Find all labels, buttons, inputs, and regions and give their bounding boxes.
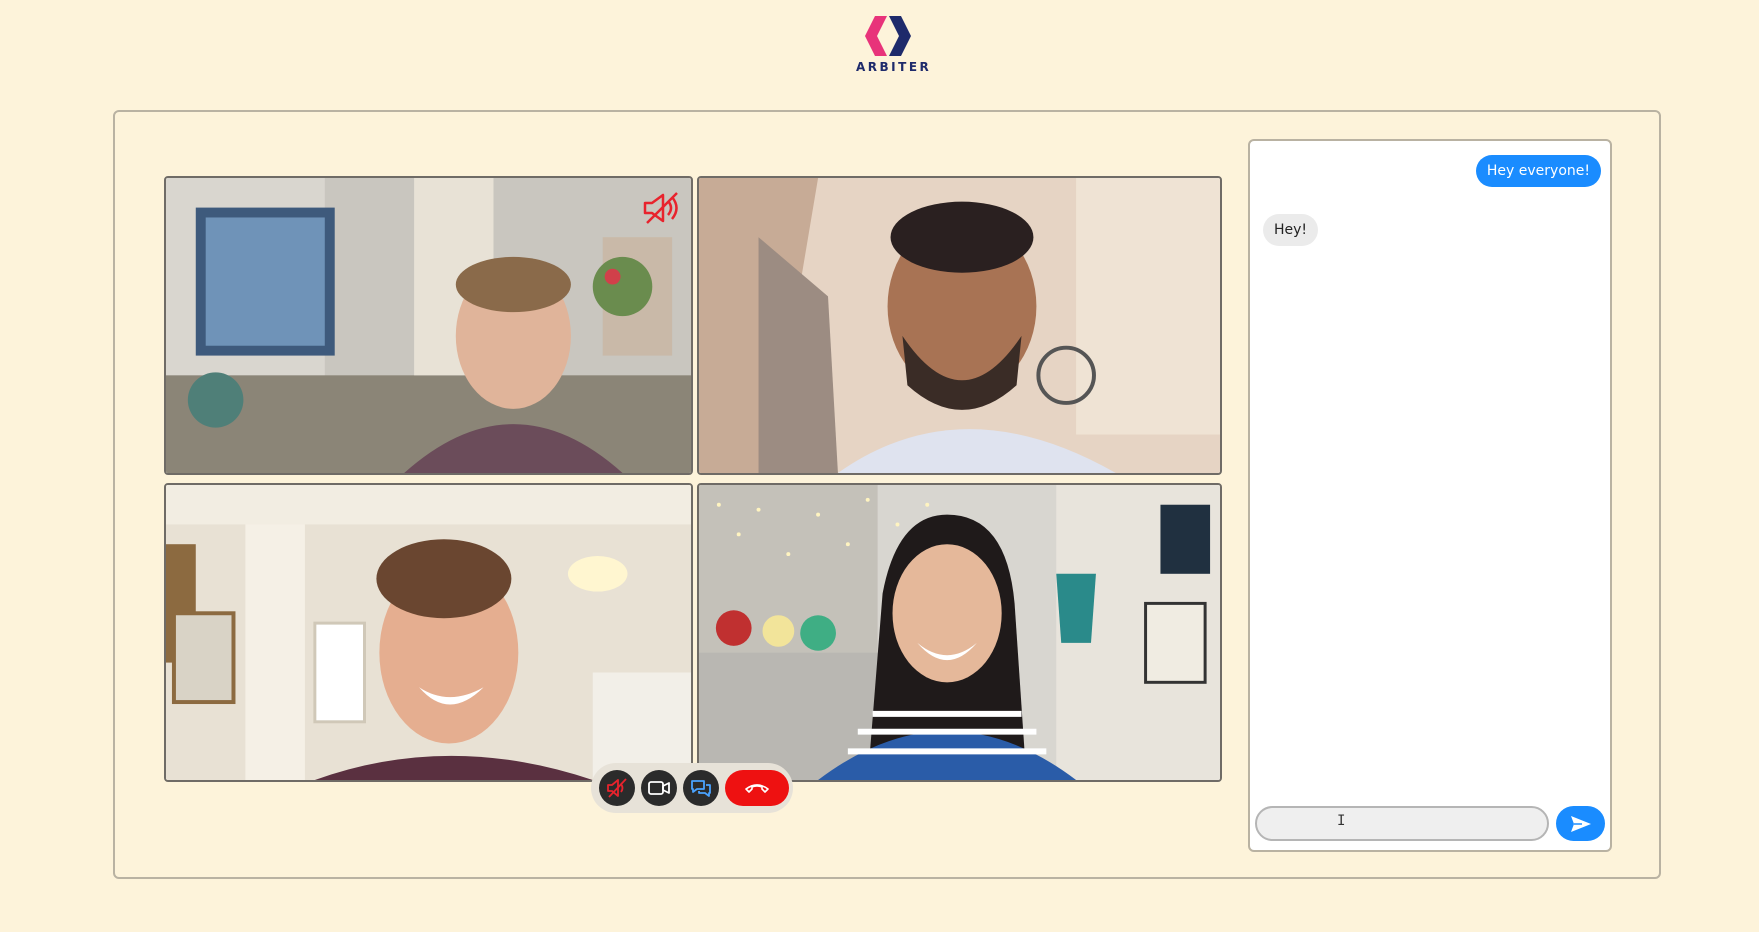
camera-button[interactable] xyxy=(641,770,677,806)
video-tile-2[interactable] xyxy=(697,176,1222,475)
send-button[interactable] xyxy=(1556,806,1605,841)
chat-message-received: Hey! xyxy=(1263,214,1319,246)
chat-message-input[interactable] xyxy=(1255,806,1549,841)
participant-video xyxy=(166,485,691,780)
speaker-muted-icon xyxy=(643,192,678,224)
chat-panel: Hey everyone! Hey! I xyxy=(1248,139,1612,852)
call-controls xyxy=(591,763,793,813)
video-tile-1[interactable] xyxy=(164,176,693,475)
video-tile-4[interactable] xyxy=(697,483,1222,782)
brand-logo: ARBITER xyxy=(856,14,932,78)
microphone-muted-icon xyxy=(607,778,627,798)
brand-name: ARBITER xyxy=(856,60,932,74)
participant-video xyxy=(699,178,1220,473)
text-cursor-icon: I xyxy=(1337,813,1346,829)
chat-toggle-button[interactable] xyxy=(683,770,719,806)
end-call-button[interactable] xyxy=(725,770,789,806)
video-camera-icon xyxy=(648,781,670,795)
mute-button[interactable] xyxy=(599,770,635,806)
chat-message-sent: Hey everyone! xyxy=(1475,155,1601,187)
participant-video xyxy=(699,485,1220,780)
video-tile-3[interactable] xyxy=(164,483,693,782)
send-arrow-icon xyxy=(1570,815,1591,832)
arbiter-logo-icon xyxy=(865,16,911,56)
participant-video xyxy=(166,178,691,473)
phone-hangup-icon xyxy=(745,784,769,793)
chat-bubbles-icon xyxy=(691,780,711,797)
